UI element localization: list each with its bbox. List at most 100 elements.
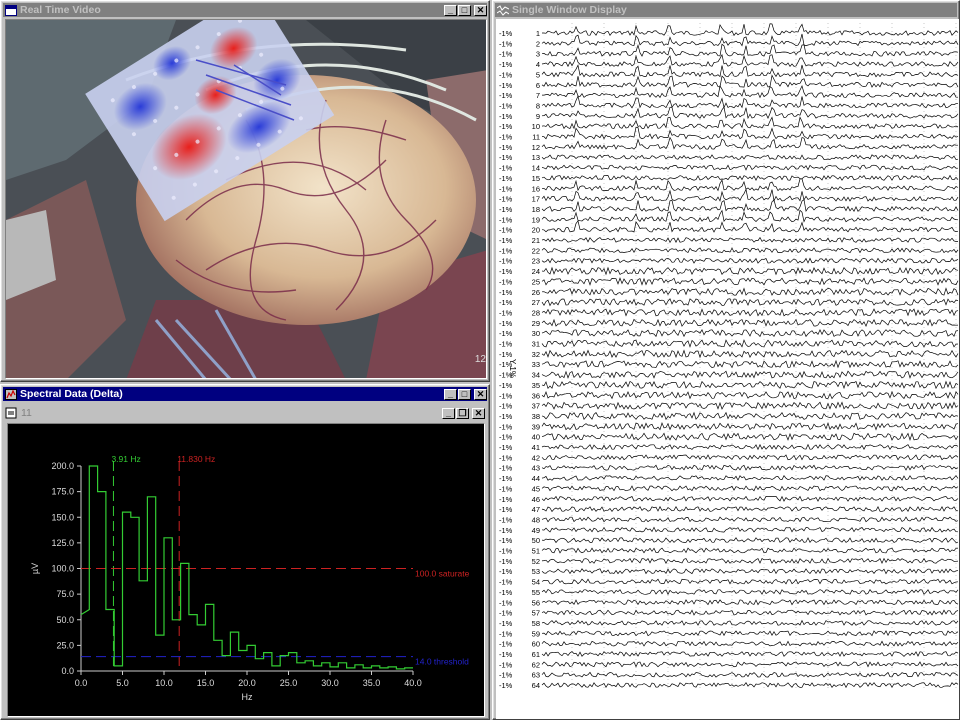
channel-scale-label: -1% (499, 381, 513, 390)
channel-number-label: 39 (532, 422, 540, 431)
channel-number-label: 45 (532, 484, 540, 493)
eeg-channel-trace (541, 126, 959, 140)
channel-scale-label: -1% (499, 91, 513, 100)
channel-scale-label: -1% (499, 133, 513, 142)
channel-scale-label: -1% (499, 195, 513, 204)
channel-number-label: 47 (532, 505, 540, 514)
channel-number-label: 16 (532, 184, 540, 193)
minimize-button[interactable]: _ (444, 388, 457, 400)
channel-number-label: 27 (532, 298, 540, 307)
maximize-button[interactable]: □ (458, 4, 471, 16)
channel-number-label: 14 (532, 164, 540, 173)
channel-number-label: 49 (532, 526, 540, 535)
y-axis-label: µV (30, 563, 40, 574)
eeg-channel-trace (541, 609, 959, 616)
y-tick-label: 150.0 (51, 512, 74, 522)
channel-number-label: 60 (532, 640, 540, 649)
channel-scale-label: -1% (499, 319, 513, 328)
channel-scale-label: -1% (499, 267, 513, 276)
eeg-window-title: Single Window Display (512, 4, 627, 16)
chart-app-icon (5, 388, 17, 400)
eeg-traces: -1% 1 -1% 2 -1% 3 -1% 4 -1% 5 -1% 6 -1% 7 -1% 8 -1% 9 -1% 1… (499, 23, 959, 691)
channel-number-label: 22 (532, 246, 540, 255)
eeg-channel-trace (541, 495, 959, 502)
y-tick-label: 75.0 (56, 589, 74, 599)
eeg-channel-trace (541, 74, 959, 88)
eeg-window[interactable]: Single Window Display -1% 1 -1% 2 -1% 3 -1% 4 -1… (492, 0, 960, 720)
eeg-channel-trace (541, 547, 959, 554)
channel-number-label: 46 (532, 495, 540, 504)
channel-scale-label: -1% (499, 236, 513, 245)
channel-scale-label: -1% (499, 29, 513, 38)
channel-scale-label: -1% (499, 60, 513, 69)
eeg-channel-trace (541, 485, 959, 492)
channel-number-label: 59 (532, 629, 540, 638)
level-marker-label: 14.0 threshold (415, 657, 469, 667)
maximize-button[interactable]: □ (458, 388, 471, 400)
channel-scale-label: -1% (499, 329, 513, 338)
channel-scale-label: -1% (499, 308, 513, 317)
channel-scale-label: -1% (499, 143, 513, 152)
close-button[interactable]: ✕ (474, 388, 487, 400)
y-tick-label: 175.0 (51, 487, 74, 497)
channel-number-label: 11 (532, 133, 540, 142)
channel-scale-label: -1% (499, 495, 513, 504)
y-tick-label: 200.0 (51, 461, 74, 471)
channel-number-label: 17 (532, 195, 540, 204)
close-button[interactable]: ✕ (474, 4, 487, 16)
spectral-child-titlebar[interactable]: 11 _ ❐ ✕ (5, 405, 485, 421)
channel-scale-label: -1% (499, 422, 513, 431)
child-restore-button[interactable]: ❐ (456, 407, 469, 419)
child-minimize-button[interactable]: _ (442, 407, 455, 419)
channel-number-label: 50 (532, 536, 540, 545)
y-tick-label: 25.0 (56, 640, 74, 650)
y-tick-label: 0.0 (61, 666, 74, 676)
channel-scale-label: -1% (499, 39, 513, 48)
video-titlebar[interactable]: Real Time Video _ □ ✕ (3, 3, 487, 17)
channel-number-label: 25 (532, 277, 540, 286)
video-window-title: Real Time Video (20, 4, 101, 16)
eeg-channel-trace (541, 370, 959, 379)
channel-number-label: 2 (536, 39, 540, 48)
channel-scale-label: -1% (499, 629, 513, 638)
spectral-chart: 0.0 25.0 50.0 75.0 100.0 125.0 150.0 175.0 200.0… (30, 454, 470, 702)
channel-number-label: 32 (532, 350, 540, 359)
channel-number-label: 26 (532, 288, 540, 297)
eeg-titlebar[interactable]: Single Window Display (495, 3, 957, 17)
channel-number-label: 37 (532, 402, 540, 411)
channel-number-label: 1 (536, 29, 540, 38)
eeg-channel-trace (541, 359, 959, 369)
channel-scale-label: -1% (499, 505, 513, 514)
channel-scale-label: -1% (499, 433, 513, 442)
channel-scale-label: -1% (499, 122, 513, 131)
spectral-window[interactable]: Spectral Data (Delta) _ □ ✕ 11 _ ❐ ✕ 0.0… (0, 384, 490, 720)
eeg-channel-trace (541, 557, 959, 564)
channel-number-label: 34 (532, 371, 540, 380)
channel-number-label: 57 (532, 609, 540, 618)
video-window[interactable]: Real Time Video _ □ ✕ 12 (0, 0, 490, 382)
spectral-titlebar[interactable]: Spectral Data (Delta) _ □ ✕ (3, 387, 487, 401)
minimize-button[interactable]: _ (444, 4, 457, 16)
x-axis-label: Hz (242, 692, 253, 702)
eeg-channel-trace (541, 116, 959, 130)
channel-scale-label: -1% (499, 298, 513, 307)
channel-scale-label: -1% (499, 484, 513, 493)
eeg-channel-trace (541, 95, 959, 109)
y-tick-label: 100.0 (51, 564, 74, 574)
x-tick-label: 20.0 (238, 678, 256, 688)
document-icon (5, 407, 17, 419)
channel-scale-label: -1% (499, 81, 513, 90)
channel-number-label: 28 (532, 308, 540, 317)
eeg-channel-trace (541, 671, 959, 678)
eeg-channel-trace (541, 432, 959, 442)
x-tick-label: 15.0 (197, 678, 215, 688)
channel-scale-label: -1% (499, 474, 513, 483)
eeg-channel-trace (541, 106, 959, 120)
channel-scale-label: -1% (499, 101, 513, 110)
frequency-marker-label: 3.91 Hz (111, 454, 140, 464)
channel-scale-label: -1% (499, 112, 513, 121)
eeg-channel-trace (541, 178, 959, 192)
channel-scale-label: -1% (499, 402, 513, 411)
child-close-button[interactable]: ✕ (472, 407, 485, 419)
channel-scale-label: -1% (499, 588, 513, 597)
